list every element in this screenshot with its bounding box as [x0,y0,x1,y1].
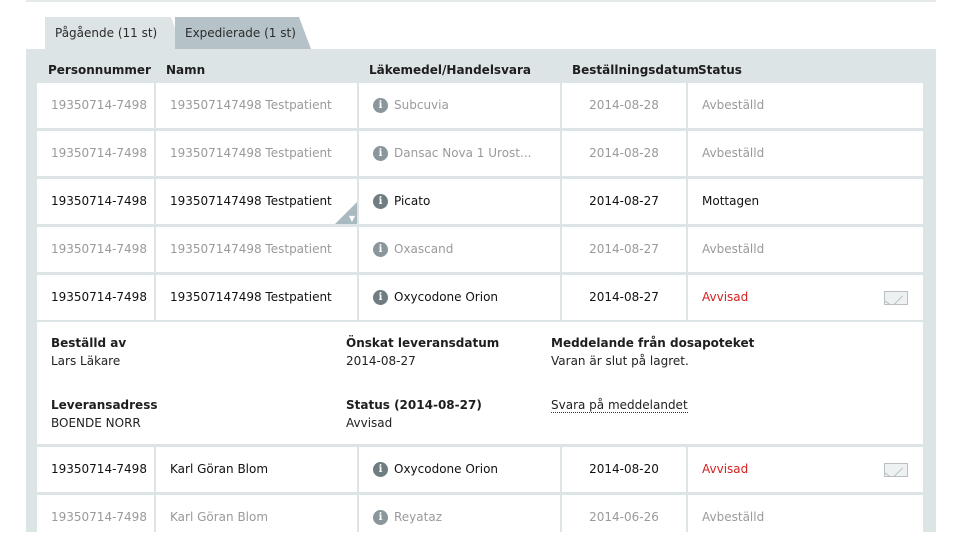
info-icon[interactable]: i [373,290,388,305]
message-value: Varan är slut på lagret. [551,354,689,368]
cell-status: Avvisad [688,275,923,320]
cell-product: i Dansac Nova 1 Urost... [359,131,560,176]
envelope-icon[interactable] [884,463,908,477]
column-header-namn[interactable]: Namn [166,63,205,77]
order-detail-panel: Beställd av Lars Läkare Önskat leveransd… [37,322,923,444]
cell-date: 2014-08-28 [562,131,686,176]
column-header-bestallningsdatum[interactable]: Beställningsdatum [572,63,699,77]
cell-date: 2014-08-27 [562,179,686,224]
cell-name: 193507147498 Testpatient [156,227,357,272]
cell-status: Avbeställd [688,227,923,272]
cell-personnummer: 19350714-7498 [37,447,154,492]
delivery-date-value: 2014-08-27 [346,354,416,368]
table-row[interactable]: 19350714-7498 193507147498 Testpatient ▼… [37,179,923,224]
table-row[interactable]: 19350714-7498 193507147498 Testpatient i… [37,227,923,272]
envelope-icon[interactable] [884,291,908,305]
info-icon[interactable]: i [373,146,388,161]
product-label: Subcuvia [394,98,449,112]
cell-personnummer: 19350714-7498 [37,495,154,540]
cell-name: Karl Göran Blom [156,447,357,492]
cell-product: i Reyataz [359,495,560,540]
cell-product: i Oxycodone Orion [359,447,560,492]
cell-date: 2014-08-28 [562,83,686,128]
info-icon[interactable]: i [373,194,388,209]
cell-name: 193507147498 Testpatient [156,131,357,176]
product-label: Oxycodone Orion [394,462,499,476]
status-date-label: Status (2014-08-27) [346,398,482,412]
cell-date: 2014-08-20 [562,447,686,492]
cell-personnummer: 19350714-7498 [37,83,154,128]
tab-expedierade[interactable]: Expedierade (1 st) [175,17,311,49]
cell-status: Avvisad [688,447,923,492]
cell-personnummer: 19350714-7498 [37,179,154,224]
cell-product: i Picato [359,179,560,224]
cell-product: i Oxascand [359,227,560,272]
status-date-value: Avvisad [346,416,393,430]
table-row[interactable]: 19350714-7498 193507147498 Testpatient i… [37,131,923,176]
product-label: Picato [394,194,431,208]
product-label: Oxycodone Orion [394,290,499,304]
tab-pagaende[interactable]: Pågående (11 st) [45,17,183,49]
top-divider [26,0,936,2]
name-label: 193507147498 Testpatient [170,194,332,208]
info-icon[interactable]: i [373,510,388,525]
cell-status: Mottagen [688,179,923,224]
cell-status: Avbeställd [688,495,923,540]
product-label: Reyataz [394,510,442,524]
status-label: Avvisad [702,462,749,476]
cell-name: 193507147498 Testpatient [156,275,357,320]
cell-status: Avbeställd [688,83,923,128]
cell-date: 2014-08-27 [562,275,686,320]
table-row[interactable]: 19350714-7498 Karl Göran Blom i Reyataz 2… [37,495,923,540]
cell-personnummer: 19350714-7498 [37,275,154,320]
product-label: Oxascand [394,242,454,256]
delivery-date-label: Önskat leveransdatum [346,336,500,350]
column-header-lakemedel[interactable]: Läkemedel/Handelsvara [369,63,531,77]
column-header-personnummer[interactable]: Personnummer [48,63,151,77]
ordered-by-label: Beställd av [51,336,127,350]
cell-name: 193507147498 Testpatient ▼ [156,179,357,224]
cell-date: 2014-06-26 [562,495,686,540]
cell-personnummer: 19350714-7498 [37,227,154,272]
table-row[interactable]: 19350714-7498 Karl Göran Blom i Oxycodone… [37,447,923,492]
ordered-by-value: Lars Läkare [51,354,121,368]
cell-product: i Oxycodone Orion [359,275,560,320]
cell-name: Karl Göran Blom [156,495,357,540]
cell-personnummer: 19350714-7498 [37,131,154,176]
cell-status: Avbeställd [688,131,923,176]
address-label: Leveransadress [51,398,158,412]
product-label: Dansac Nova 1 Urost... [394,146,532,160]
info-icon[interactable]: i [373,98,388,113]
reply-message-link[interactable]: Svara på meddelandet [551,398,688,413]
cell-name: 193507147498 Testpatient [156,83,357,128]
table-row-expanded[interactable]: 19350714-7498 193507147498 Testpatient i… [37,275,923,320]
cell-date: 2014-08-27 [562,227,686,272]
info-icon[interactable]: i [373,462,388,477]
table-row[interactable]: 19350714-7498 193507147498 Testpatient i… [37,83,923,128]
info-icon[interactable]: i [373,242,388,257]
status-label: Avvisad [702,290,749,304]
address-value: BOENDE NORR [51,416,141,430]
message-label: Meddelande från dosapoteket [551,336,755,350]
cell-product: i Subcuvia [359,83,560,128]
chevron-down-icon[interactable]: ▼ [349,215,355,223]
column-header-status[interactable]: Status [698,63,742,77]
